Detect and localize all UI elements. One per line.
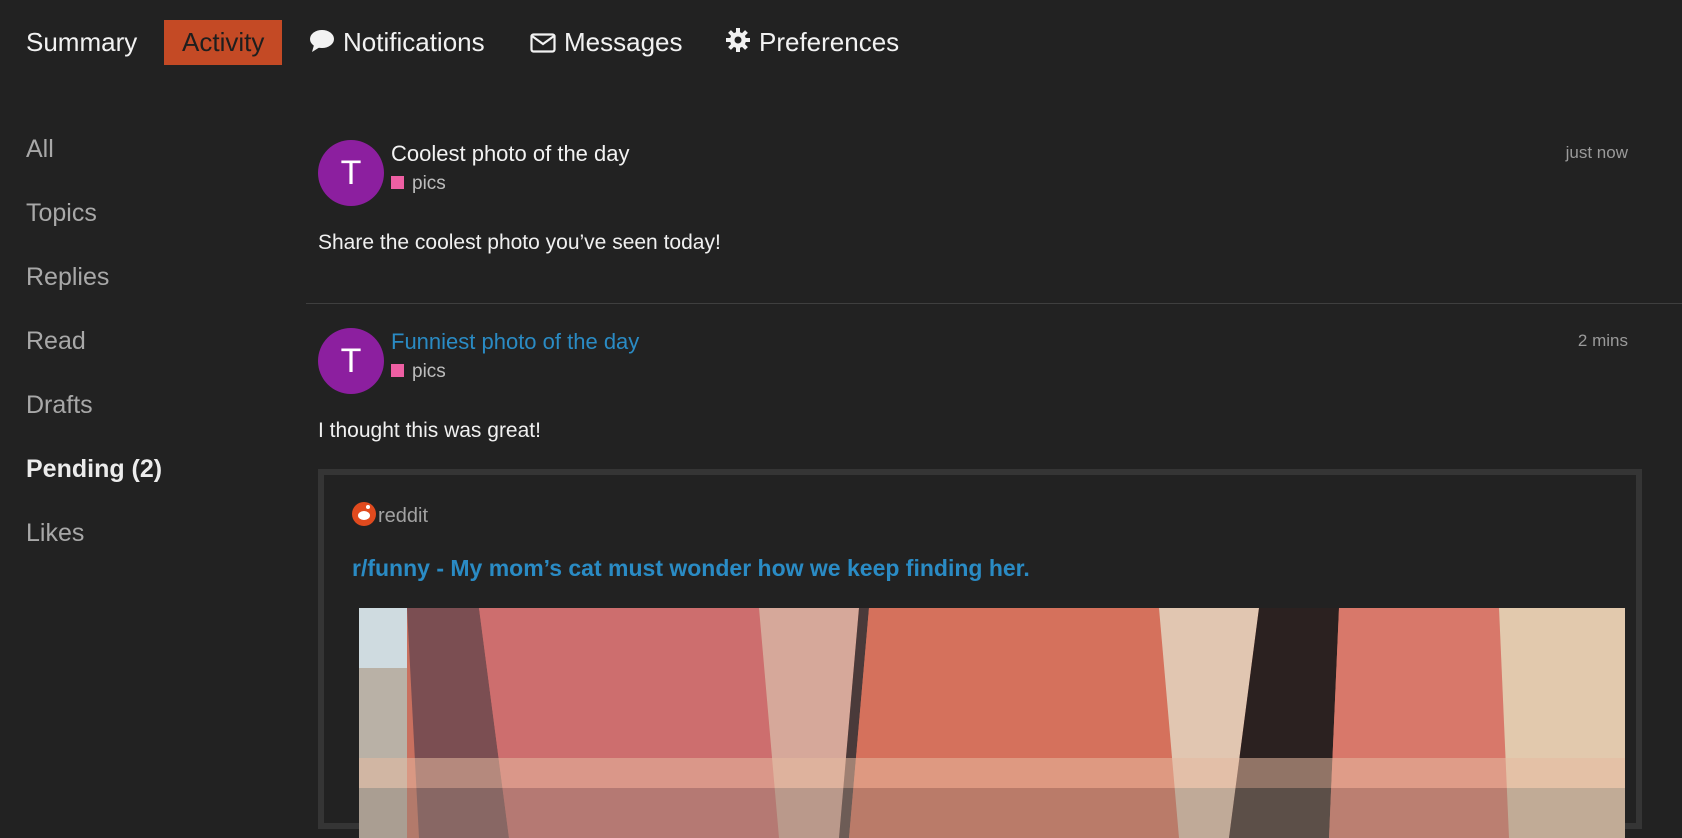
sidebar-item-pending[interactable]: Pending (2)	[26, 455, 162, 484]
sidebar-item-drafts[interactable]: Drafts	[26, 391, 93, 420]
category-label: pics	[412, 173, 446, 194]
post-title-link[interactable]: Coolest photo of the day	[391, 141, 630, 167]
post-excerpt: Share the coolest photo you’ve seen toda…	[318, 231, 721, 254]
tab-notifications[interactable]: Notifications	[309, 20, 485, 65]
tab-activity[interactable]: Activity	[164, 20, 283, 65]
tab-preferences-label: Preferences	[759, 27, 900, 57]
sidebar-item-likes[interactable]: Likes	[26, 519, 84, 548]
avatar[interactable]: T	[318, 328, 384, 394]
sidebar-item-replies[interactable]: Replies	[26, 263, 109, 292]
sidebar-item-all[interactable]: All	[26, 135, 54, 164]
post-timestamp: 2 mins	[1577, 331, 1628, 350]
onebox-image[interactable]	[359, 608, 1625, 838]
sidebar-item-topics[interactable]: Topics	[26, 199, 97, 228]
post-excerpt: I thought this was great!	[318, 419, 541, 442]
post-divider	[306, 303, 1682, 304]
category-badge[interactable]: pics	[391, 173, 446, 195]
speech-bubble-icon	[309, 22, 335, 67]
sidebar-item-read[interactable]: Read	[26, 327, 86, 356]
gear-icon	[725, 22, 751, 67]
tab-messages-label: Messages	[564, 27, 683, 57]
reddit-icon	[352, 502, 376, 526]
tab-messages[interactable]: Messages	[530, 20, 683, 65]
tab-summary[interactable]: Summary	[26, 20, 137, 65]
category-color-swatch	[391, 364, 404, 377]
onebox-source-label: reddit	[378, 505, 429, 527]
category-color-swatch	[391, 176, 404, 189]
post-title-link[interactable]: Funniest photo of the day	[391, 329, 639, 355]
user-nav-tabs: Summary Activity Notifications Messages …	[0, 0, 1682, 86]
onebox-title-link[interactable]: r/funny - My mom’s cat must wonder how w…	[352, 555, 1030, 582]
onebox-source[interactable]: reddit	[352, 502, 428, 528]
category-label: pics	[412, 361, 446, 382]
envelope-icon	[530, 22, 556, 67]
category-badge[interactable]: pics	[391, 361, 446, 383]
tab-notifications-label: Notifications	[343, 27, 485, 57]
reddit-onebox: reddit r/funny - My mom’s cat must wonde…	[318, 469, 1642, 838]
avatar[interactable]: T	[318, 140, 384, 206]
tab-preferences[interactable]: Preferences	[725, 20, 899, 65]
post-timestamp: just now	[1565, 143, 1628, 162]
